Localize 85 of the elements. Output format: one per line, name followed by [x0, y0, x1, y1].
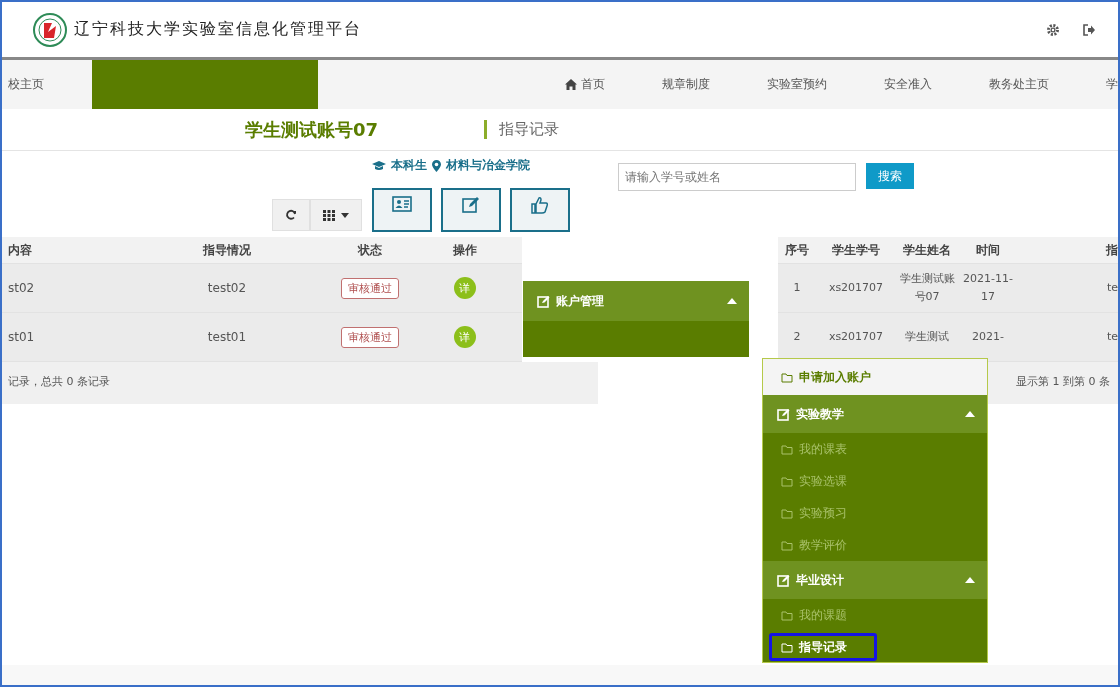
folder-icon — [781, 371, 793, 383]
logout-icon[interactable] — [1082, 22, 1096, 37]
columns-dropdown[interactable] — [310, 199, 362, 231]
column-header: 序号 — [784, 241, 810, 259]
college-name: 材料与冶金学院 — [446, 157, 530, 174]
edit-icon — [462, 196, 480, 214]
site-title: 辽宁科技大学实验室信息化管理平台 — [74, 19, 362, 40]
menu-group-label: 账户管理 — [556, 292, 605, 310]
table-cell-text: te — [1105, 280, 1118, 297]
home-icon — [565, 79, 577, 90]
menu-group-label: 实验教学 — [796, 405, 845, 423]
edit-icon — [777, 573, 790, 587]
caret-icon — [341, 212, 349, 218]
table-cell-text: 学生测试 — [904, 329, 950, 346]
table-cell-text: test02 — [206, 281, 248, 295]
folder-icon — [781, 539, 793, 551]
grid-icon — [323, 209, 335, 221]
search-field[interactable]: 请输入学号或姓名 — [618, 163, 856, 191]
column-header: 时间 — [975, 241, 1001, 259]
menu-item[interactable]: 指导记录 — [769, 633, 877, 661]
nav-link[interactable]: 校主页 — [8, 76, 44, 93]
menu-group-label: 毕业设计 — [796, 571, 845, 589]
nav-link[interactable]: 安全准入 — [884, 76, 932, 93]
thumbs-up-icon — [531, 196, 549, 214]
menu-group-header[interactable]: 实验教学 — [763, 395, 987, 433]
location-pin-icon — [432, 159, 441, 172]
refresh-button[interactable] — [272, 199, 310, 231]
column-header: 学生学号 — [831, 241, 881, 259]
table-cell-text: te — [1105, 329, 1118, 346]
user-name: 学生测试账号07 — [245, 117, 380, 142]
table-cell-text: test01 — [206, 330, 248, 344]
detail-button[interactable]: 详 — [453, 277, 476, 299]
nav-link[interactable]: 规章制度 — [662, 76, 710, 93]
caret-up-icon — [727, 298, 737, 304]
column-header: 操作 — [451, 241, 478, 259]
university-logo-icon — [32, 11, 68, 48]
menu-link[interactable]: 申请加入账户 — [763, 359, 987, 395]
folder-icon — [781, 641, 793, 653]
column-header: 状态 — [356, 241, 383, 259]
status-tag: 审核通过 — [340, 326, 399, 348]
caret-up-icon — [965, 411, 975, 417]
search-button[interactable]: 搜索 — [866, 163, 914, 189]
caret-up-icon — [965, 577, 975, 583]
column-header: 指 — [1105, 241, 1118, 259]
column-header: 学生姓名 — [902, 241, 952, 259]
menu-group-header[interactable]: 毕业设计 — [763, 561, 987, 599]
folder-icon — [781, 507, 793, 519]
menu-item[interactable]: 实验预习 — [763, 497, 987, 529]
column-header: 内容 — [7, 241, 33, 259]
menu-item[interactable]: 实验选课 — [763, 465, 987, 497]
menu-group-header[interactable]: 账户管理 — [523, 281, 749, 321]
page-title: 指导记录 — [484, 120, 559, 139]
table-cell-text: 2 — [792, 329, 802, 346]
folder-icon — [781, 475, 793, 487]
detail-button[interactable]: 详 — [453, 326, 476, 348]
nav-link[interactable]: 实验室预约 — [767, 76, 827, 93]
menu-item[interactable]: 教学评价 — [763, 529, 987, 561]
column-header: 指导情况 — [202, 241, 252, 259]
edit-icon — [537, 294, 550, 308]
table-cell-text: 2021- — [971, 329, 1005, 346]
edit-icon — [777, 407, 790, 421]
edit-button[interactable] — [441, 188, 501, 232]
table-cell-text: 2021-11-17 — [962, 271, 1014, 305]
nav-link[interactable]: 首页 — [565, 76, 605, 93]
refresh-icon — [285, 209, 297, 221]
nav-link[interactable]: 学 — [1106, 76, 1118, 93]
graduation-cap-icon — [372, 160, 386, 171]
nav-link[interactable]: 教务处主页 — [989, 76, 1049, 93]
thumbs-up-button[interactable] — [510, 188, 570, 232]
table-cell-text: xs201707 — [827, 329, 885, 346]
menu-item[interactable]: 我的课题 — [763, 599, 987, 631]
folder-icon — [781, 609, 793, 621]
folder-icon — [781, 443, 793, 455]
student-type: 本科生 — [391, 157, 427, 174]
settings-icon[interactable] — [1046, 22, 1060, 37]
table-cell-text: st02 — [7, 281, 36, 295]
table-cell-text: 学生测试账号07 — [898, 271, 956, 305]
profile-card-button[interactable] — [372, 188, 432, 232]
table-cell-text: 1 — [792, 280, 802, 297]
table-cell-text: xs201707 — [827, 280, 885, 297]
record-count: 记录，总共 0 条记录 — [2, 362, 598, 404]
table-cell-text: st01 — [7, 330, 36, 344]
status-tag: 审核通过 — [340, 277, 399, 299]
menu-item[interactable]: 我的课表 — [763, 433, 987, 465]
id-card-icon — [392, 196, 412, 212]
